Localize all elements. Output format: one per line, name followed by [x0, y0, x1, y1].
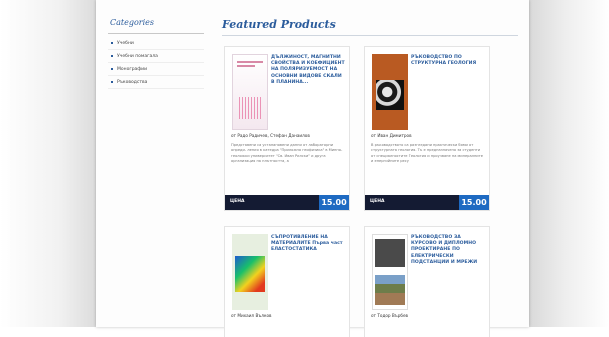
categories-sidebar: Categories Учебни Учебни помагала Моногр…: [108, 18, 204, 89]
category-item-rakovodstva[interactable]: Ръководства: [108, 76, 204, 89]
featured-products-title: Featured Products: [222, 18, 336, 31]
cover-line: [237, 65, 255, 67]
cover-graphic: [239, 97, 261, 119]
page-container: Categories Учебни Учебни помагала Моногр…: [96, 0, 529, 337]
book-cover: [232, 234, 268, 310]
cover-header: [375, 239, 405, 267]
category-item-uchebni-pomagala[interactable]: Учебни помагала: [108, 50, 204, 63]
price-bar: ЦЕНА 15.00: [365, 195, 489, 210]
product-card[interactable]: РЪКОВОДСТВО ЗА КУРСОВО И ДИПЛОМНО ПРОЕКТ…: [364, 226, 490, 337]
category-label: Учебни помагала: [117, 53, 158, 59]
product-title-link[interactable]: РЪКОВОДСТВО ЗА КУРСОВО И ДИПЛОМНО ПРОЕКТ…: [411, 235, 485, 266]
book-cover: [372, 54, 408, 130]
product-cover-image[interactable]: [232, 54, 268, 130]
price-value[interactable]: 15.00: [319, 195, 349, 210]
bullet-icon: [111, 55, 113, 57]
cover-graphic: [235, 256, 265, 292]
sidebar-divider: [108, 33, 204, 34]
category-item-monografii[interactable]: Монографии: [108, 63, 204, 76]
cover-graphic: [375, 275, 405, 305]
product-title-link[interactable]: ДЪЛЖИНОСТ, МАГНИТНИ СВОЙСТВА И КОЕФИЦИЕН…: [271, 55, 345, 86]
book-cover: [232, 54, 268, 130]
product-card[interactable]: СЪПРОТИВЛЕНИЕ НА МАТЕРИАЛИТЕ Първа част …: [224, 226, 350, 337]
bullet-icon: [111, 42, 113, 44]
bullet-icon: [111, 68, 113, 70]
product-author: от Радо Радичев, Стефан Данаилов: [231, 133, 310, 138]
category-item-uchebni[interactable]: Учебни: [108, 37, 204, 50]
product-title-link[interactable]: РЪКОВОДСТВО ПО СТРУКТУРНА ГЕОЛОГИЯ: [411, 55, 485, 67]
product-description: В ръководството са разгледани практическ…: [371, 143, 483, 164]
product-author: от Иван Димитров: [371, 133, 412, 138]
cover-line: [237, 61, 263, 63]
price-label: ЦЕНА: [370, 199, 385, 204]
price-label: ЦЕНА: [230, 199, 245, 204]
category-label: Учебни: [117, 40, 134, 46]
product-description: Представени са устанановени данни от лаб…: [231, 143, 343, 164]
product-cover-image[interactable]: [232, 234, 268, 310]
product-card[interactable]: РЪКОВОДСТВО ПО СТРУКТУРНА ГЕОЛОГИЯ от Ив…: [364, 46, 490, 211]
cover-graphic: [376, 80, 404, 110]
product-cover-image[interactable]: [372, 54, 408, 130]
background-right: [529, 0, 609, 327]
product-card[interactable]: ДЪЛЖИНОСТ, МАГНИТНИ СВОЙСТВА И КОЕФИЦИЕН…: [224, 46, 350, 211]
book-cover: [372, 234, 408, 310]
product-cover-image[interactable]: [372, 234, 408, 310]
product-author: от Михаил Вълков: [231, 313, 272, 318]
featured-divider: [222, 35, 518, 36]
product-author: от Тодор Върбев: [371, 313, 409, 318]
bullet-icon: [111, 81, 113, 83]
categories-title: Categories: [110, 18, 154, 27]
background-left: [0, 0, 96, 327]
price-bar: ЦЕНА 15.00: [225, 195, 349, 210]
category-label: Ръководства: [117, 79, 148, 85]
product-title-link[interactable]: СЪПРОТИВЛЕНИЕ НА МАТЕРИАЛИТЕ Първа част …: [271, 235, 345, 254]
price-value[interactable]: 15.00: [459, 195, 489, 210]
category-label: Монографии: [117, 66, 148, 72]
